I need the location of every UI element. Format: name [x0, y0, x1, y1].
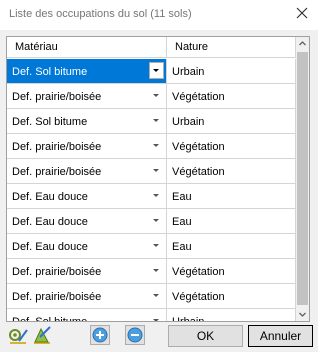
material-cell[interactable]: Def. prairie/boisée — [7, 84, 167, 109]
column-header-nature[interactable]: Nature — [167, 37, 296, 58]
nature-cell[interactable]: Végétation — [167, 159, 296, 184]
material-value: Def. Sol bitume — [12, 116, 88, 128]
nature-value: Végétation — [172, 141, 225, 153]
title-bar: Liste des occupations du sol (11 sols) — [0, 0, 318, 30]
terrain-edit-icon[interactable] — [31, 324, 53, 346]
chevron-down-icon — [153, 269, 159, 272]
material-dropdown-button[interactable] — [149, 287, 164, 304]
remove-circle-icon — [127, 327, 143, 343]
table-row[interactable]: Def. Eau douce Eau — [7, 234, 296, 259]
nature-cell[interactable]: Urbain — [167, 309, 296, 322]
material-value: Def. Eau douce — [12, 216, 88, 228]
material-cell[interactable]: Def. prairie/boisée — [7, 284, 167, 309]
column-header-material[interactable]: Matériau — [7, 37, 167, 58]
material-cell[interactable]: Def. Sol bitume — [7, 109, 167, 134]
material-cell[interactable]: Def. Eau douce — [7, 234, 167, 259]
material-dropdown-button[interactable] — [149, 112, 164, 129]
occupation-table: Matériau Nature Def. Sol bitume Urbain Def… — [6, 36, 310, 322]
material-dropdown-button[interactable] — [149, 137, 164, 154]
material-value: Def. Eau douce — [12, 241, 88, 253]
nature-cell[interactable]: Urbain — [167, 59, 296, 84]
nature-cell[interactable]: Eau — [167, 209, 296, 234]
material-cell[interactable]: Def. prairie/boisée — [7, 159, 167, 184]
nature-cell[interactable]: Végétation — [167, 259, 296, 284]
close-icon[interactable] — [295, 6, 309, 20]
material-dropdown-button[interactable] — [149, 87, 164, 104]
nature-value: Eau — [172, 191, 192, 203]
nature-value: Urbain — [172, 116, 205, 128]
cancel-button[interactable]: Annuler — [248, 325, 313, 347]
table-row[interactable]: Def. prairie/boisée Végétation — [7, 84, 296, 109]
material-cell[interactable]: Def. Sol bitume — [7, 59, 167, 84]
window-title: Liste des occupations du sol (11 sols) — [9, 8, 192, 20]
chevron-down-icon — [153, 94, 159, 97]
table-row[interactable]: Def. prairie/boisée Végétation — [7, 159, 296, 184]
table-header: Matériau Nature — [7, 37, 296, 59]
material-value: Def. prairie/boisée — [12, 291, 102, 303]
column-header-label: Matériau — [15, 41, 58, 53]
material-value: Def. prairie/boisée — [12, 266, 102, 278]
table-row[interactable]: Def. Sol bitume Urbain — [7, 309, 296, 322]
material-value: Def. Sol bitume — [12, 66, 88, 78]
material-dropdown-button[interactable] — [149, 312, 164, 321]
chevron-down-icon — [153, 294, 159, 297]
material-dropdown-button[interactable] — [149, 162, 164, 179]
table-row[interactable]: Def. Eau douce Eau — [7, 209, 296, 234]
nature-cell[interactable]: Eau — [167, 184, 296, 209]
table-row[interactable]: Def. prairie/boisée Végétation — [7, 284, 296, 309]
scrollbar-thumb[interactable] — [297, 52, 308, 305]
chevron-down-icon — [153, 319, 159, 321]
nature-value: Végétation — [172, 266, 225, 278]
material-value: Def. prairie/boisée — [12, 141, 102, 153]
add-circle-icon — [92, 327, 108, 343]
ok-button[interactable]: OK — [168, 325, 243, 347]
vertical-scrollbar[interactable] — [296, 37, 309, 321]
column-header-label: Nature — [175, 41, 209, 53]
chevron-down-icon — [153, 144, 159, 147]
material-dropdown-button[interactable] — [149, 237, 164, 254]
chevron-down-icon — [153, 119, 159, 122]
nature-value: Végétation — [172, 166, 225, 178]
scroll-up-icon[interactable] — [296, 37, 309, 50]
material-value: Def. prairie/boisée — [12, 91, 102, 103]
material-cell[interactable]: Def. Eau douce — [7, 184, 167, 209]
table-row[interactable]: Def. prairie/boisée Végétation — [7, 134, 296, 159]
chevron-down-icon — [153, 194, 159, 197]
nature-cell[interactable]: Urbain — [167, 109, 296, 134]
table-row[interactable]: Def. Sol bitume Urbain — [7, 109, 296, 134]
material-cell[interactable]: Def. Sol bitume — [7, 309, 167, 322]
material-value: Def. Eau douce — [12, 191, 88, 203]
nature-value: Eau — [172, 241, 192, 253]
nature-cell[interactable]: Végétation — [167, 134, 296, 159]
material-dropdown-button[interactable] — [149, 212, 164, 229]
nature-cell[interactable]: Eau — [167, 234, 296, 259]
nature-value: Végétation — [172, 91, 225, 103]
material-dropdown-button[interactable] — [149, 262, 164, 279]
material-cell[interactable]: Def. prairie/boisée — [7, 134, 167, 159]
chevron-down-icon — [153, 69, 159, 72]
nature-value: Végétation — [172, 291, 225, 303]
nature-cell[interactable]: Végétation — [167, 284, 296, 309]
material-dropdown-button[interactable] — [149, 187, 164, 204]
material-dropdown-button[interactable] — [149, 62, 164, 79]
terrain-tool-icon[interactable] — [7, 324, 29, 346]
chevron-down-icon — [153, 244, 159, 247]
chevron-down-icon — [153, 169, 159, 172]
material-cell[interactable]: Def. prairie/boisée — [7, 259, 167, 284]
nature-value: Eau — [172, 216, 192, 228]
add-button[interactable] — [90, 325, 110, 345]
material-cell[interactable]: Def. Eau douce — [7, 209, 167, 234]
scroll-down-icon[interactable] — [296, 308, 309, 321]
material-value: Def. Sol bitume — [12, 316, 88, 322]
nature-value: Urbain — [172, 66, 205, 78]
remove-button[interactable] — [125, 325, 145, 345]
nature-cell[interactable]: Végétation — [167, 84, 296, 109]
nature-value: Urbain — [172, 316, 205, 322]
table-row[interactable]: Def. Sol bitume Urbain — [7, 59, 296, 84]
material-value: Def. prairie/boisée — [12, 166, 102, 178]
table-row[interactable]: Def. prairie/boisée Végétation — [7, 259, 296, 284]
chevron-down-icon — [153, 219, 159, 222]
table-row[interactable]: Def. Eau douce Eau — [7, 184, 296, 209]
